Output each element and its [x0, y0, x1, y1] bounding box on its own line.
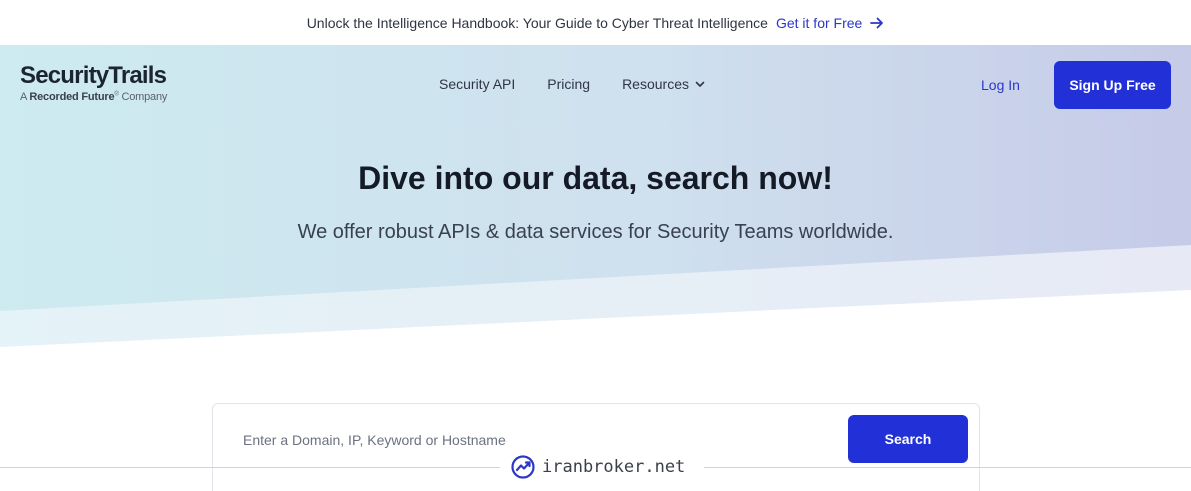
nav-item-label: Security API [439, 76, 516, 92]
announcement-text: Unlock the Intelligence Handbook: Your G… [306, 14, 768, 31]
nav-item-resources[interactable]: Resources [622, 76, 705, 92]
login-link[interactable]: Log In [981, 77, 1020, 93]
logo[interactable]: SecurityTrails A Recorded Future® Compan… [20, 62, 168, 104]
arrow-right-icon [870, 17, 884, 28]
watermark-text: iranbroker.net [542, 457, 686, 477]
logo-subtitle: A Recorded Future® Company [20, 91, 168, 103]
chevron-down-icon [695, 81, 705, 87]
announcement-cta-link[interactable]: Get it for Free [776, 15, 884, 31]
nav-item-label: Pricing [547, 76, 591, 92]
nav-item-label: Resources [622, 76, 689, 92]
nav-item-pricing[interactable]: Pricing [547, 76, 590, 92]
search-button[interactable]: Search [848, 415, 968, 463]
logo-name: SecurityTrails [20, 62, 167, 89]
hero-title: Dive into our data, search now! [358, 160, 833, 196]
signup-button[interactable]: Sign Up Free [1054, 61, 1171, 109]
announcement-cta-label: Get it for Free [775, 14, 863, 31]
nav-item-security-api[interactable]: Security API [439, 76, 515, 92]
watermark-rule-right [704, 467, 1191, 468]
search-input[interactable] [243, 426, 833, 454]
hero-tagline: We offer robust APIs & data services for… [297, 221, 894, 243]
watermark-rule-left [0, 467, 500, 468]
main-nav: Security API Pricing Resources [439, 76, 737, 92]
announcement-bar: Unlock the Intelligence Handbook: Your G… [0, 0, 1191, 45]
watermark: iranbroker.net [506, 454, 690, 480]
trend-chart-icon [511, 455, 535, 479]
